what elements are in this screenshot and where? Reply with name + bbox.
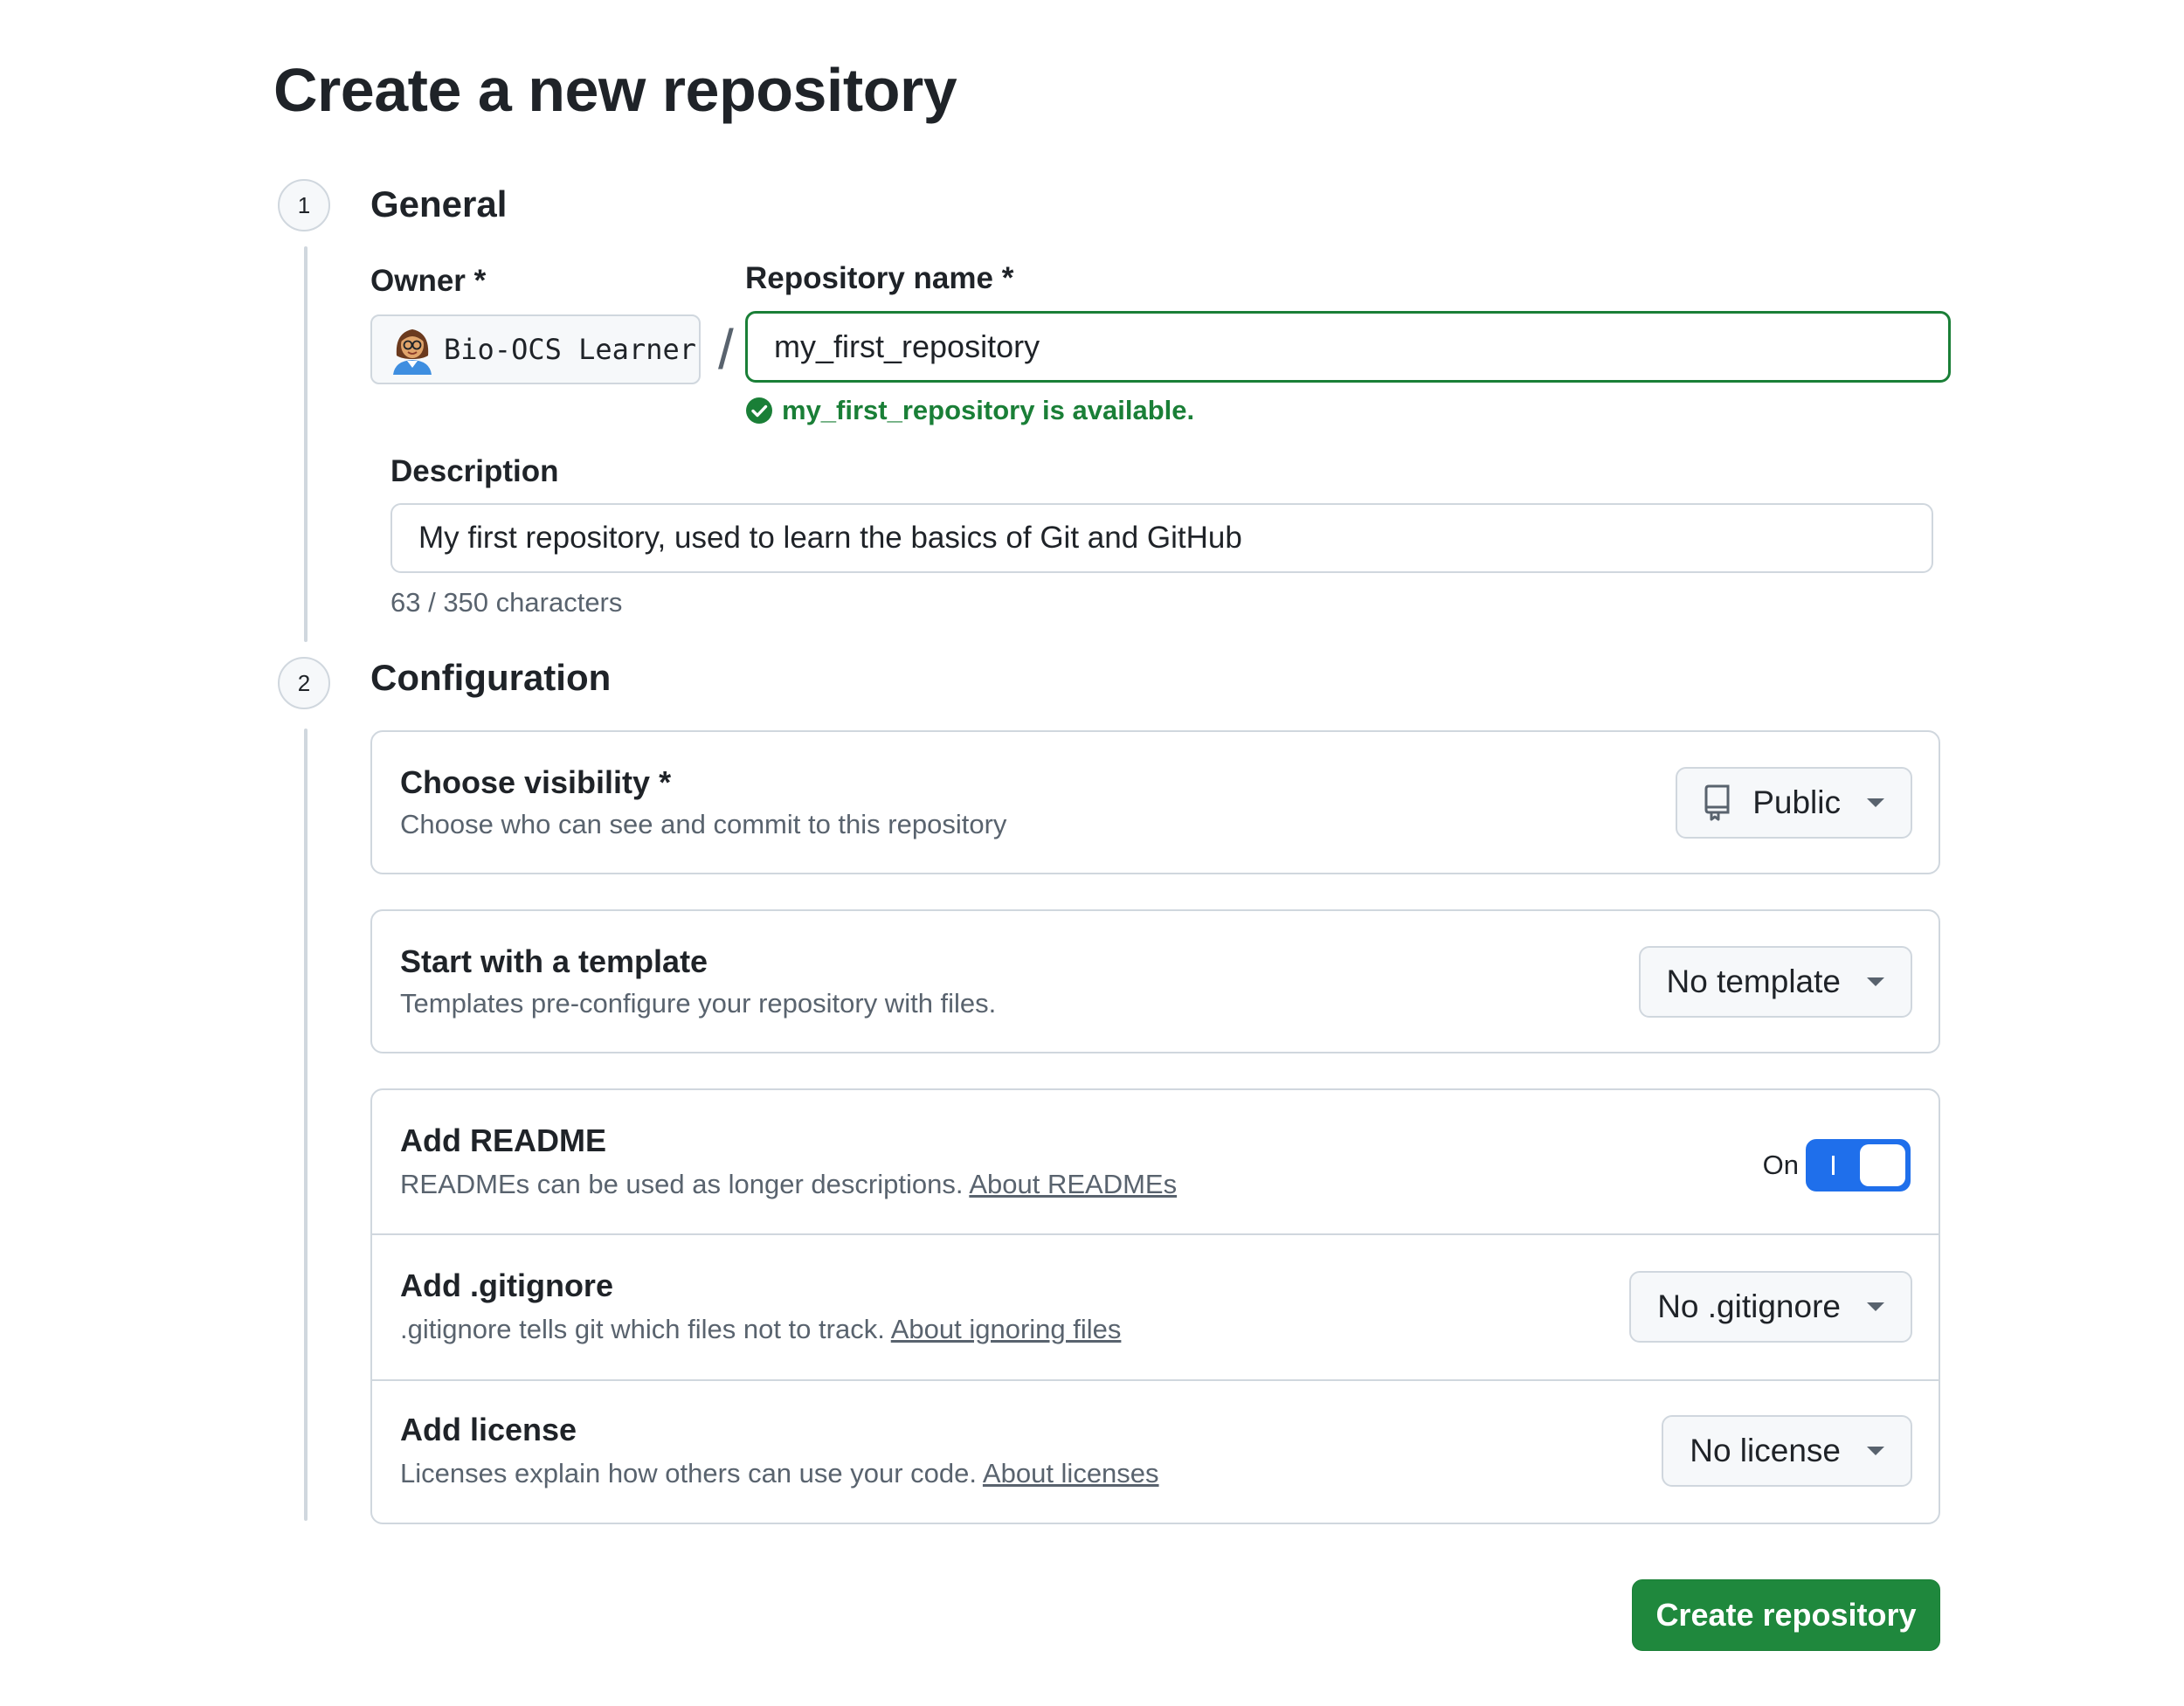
owner-repo-separator: / (718, 318, 734, 381)
readme-title: Add README (400, 1122, 606, 1158)
owner-select[interactable]: Bio-OCS Learner (370, 314, 701, 384)
repository-name-input[interactable] (745, 311, 1951, 383)
license-description: Licenses explain how others can use your… (400, 1458, 978, 1488)
license-title: Add license (400, 1412, 577, 1447)
readme-description: READMEs can be used as longer descriptio… (400, 1169, 964, 1199)
readme-toggle-label: On (1762, 1150, 1799, 1180)
readme-description-line: READMEs can be used as longer descriptio… (400, 1167, 1177, 1202)
visibility-description: Choose who can see and commit to this re… (400, 809, 1007, 839)
divider (372, 1233, 1939, 1235)
visibility-selected: Public (1752, 784, 1841, 820)
template-dropdown[interactable]: No template (1638, 946, 1912, 1018)
step-rail-1 (304, 246, 308, 642)
description-char-count: 63 / 350 characters (390, 587, 623, 618)
gitignore-title: Add .gitignore (400, 1267, 613, 1303)
about-ignoring-files-link[interactable]: About ignoring files (891, 1314, 1122, 1344)
chevron-down-icon (1867, 798, 1884, 807)
description-input[interactable] (390, 503, 1933, 573)
page-title: Create a new repository (273, 56, 957, 124)
toggle-on-mark (1832, 1156, 1835, 1175)
section-title-configuration: Configuration (370, 657, 612, 698)
gitignore-dropdown[interactable]: No .gitignore (1629, 1271, 1912, 1343)
repo-icon (1704, 784, 1731, 821)
visibility-dropdown[interactable]: Public (1676, 767, 1912, 839)
availability-text: my_first_repository is available. (782, 395, 1195, 425)
readme-toggle[interactable] (1806, 1139, 1911, 1191)
description-label: Description (390, 454, 559, 488)
gitignore-selected: No .gitignore (1657, 1288, 1841, 1324)
step-number-1: 1 (278, 179, 330, 231)
step-number-2: 2 (278, 657, 330, 709)
section-title-general: General (370, 183, 508, 224)
chevron-down-icon (1867, 977, 1884, 986)
visibility-title: Choose visibility * (400, 764, 672, 800)
repo-name-label: Repository name * (745, 261, 1014, 295)
chevron-down-icon (1867, 1447, 1884, 1455)
template-description: Templates pre-configure your repository … (400, 988, 997, 1019)
license-description-line: Licenses explain how others can use your… (400, 1456, 1159, 1491)
owner-label: Owner * (370, 264, 487, 298)
initial-files-card: Add README READMEs can be used as longer… (370, 1088, 1940, 1524)
availability-message: my_first_repository is available. (745, 393, 1194, 428)
template-selected: No template (1666, 964, 1842, 999)
gitignore-description-line: .gitignore tells git which files not to … (400, 1312, 1121, 1347)
avatar-person-icon (391, 321, 433, 379)
step-rail-2 (304, 729, 308, 1521)
divider (372, 1379, 1939, 1381)
create-repository-button[interactable]: Create repository (1632, 1579, 1940, 1651)
about-readmes-link[interactable]: About READMEs (969, 1169, 1177, 1199)
gitignore-description: .gitignore tells git which files not to … (400, 1314, 885, 1344)
owner-name: Bio-OCS Learner (444, 333, 696, 366)
license-dropdown[interactable]: No license (1662, 1415, 1912, 1487)
template-card: Start with a template Templates pre-conf… (370, 909, 1940, 1053)
template-title: Start with a template (400, 943, 708, 979)
license-selected: No license (1690, 1433, 1841, 1468)
toggle-knob (1860, 1144, 1905, 1186)
chevron-down-icon (1867, 1302, 1884, 1311)
visibility-card: Choose visibility * Choose who can see a… (370, 730, 1940, 874)
check-circle-icon (746, 397, 772, 424)
about-licenses-link[interactable]: About licenses (983, 1458, 1159, 1488)
